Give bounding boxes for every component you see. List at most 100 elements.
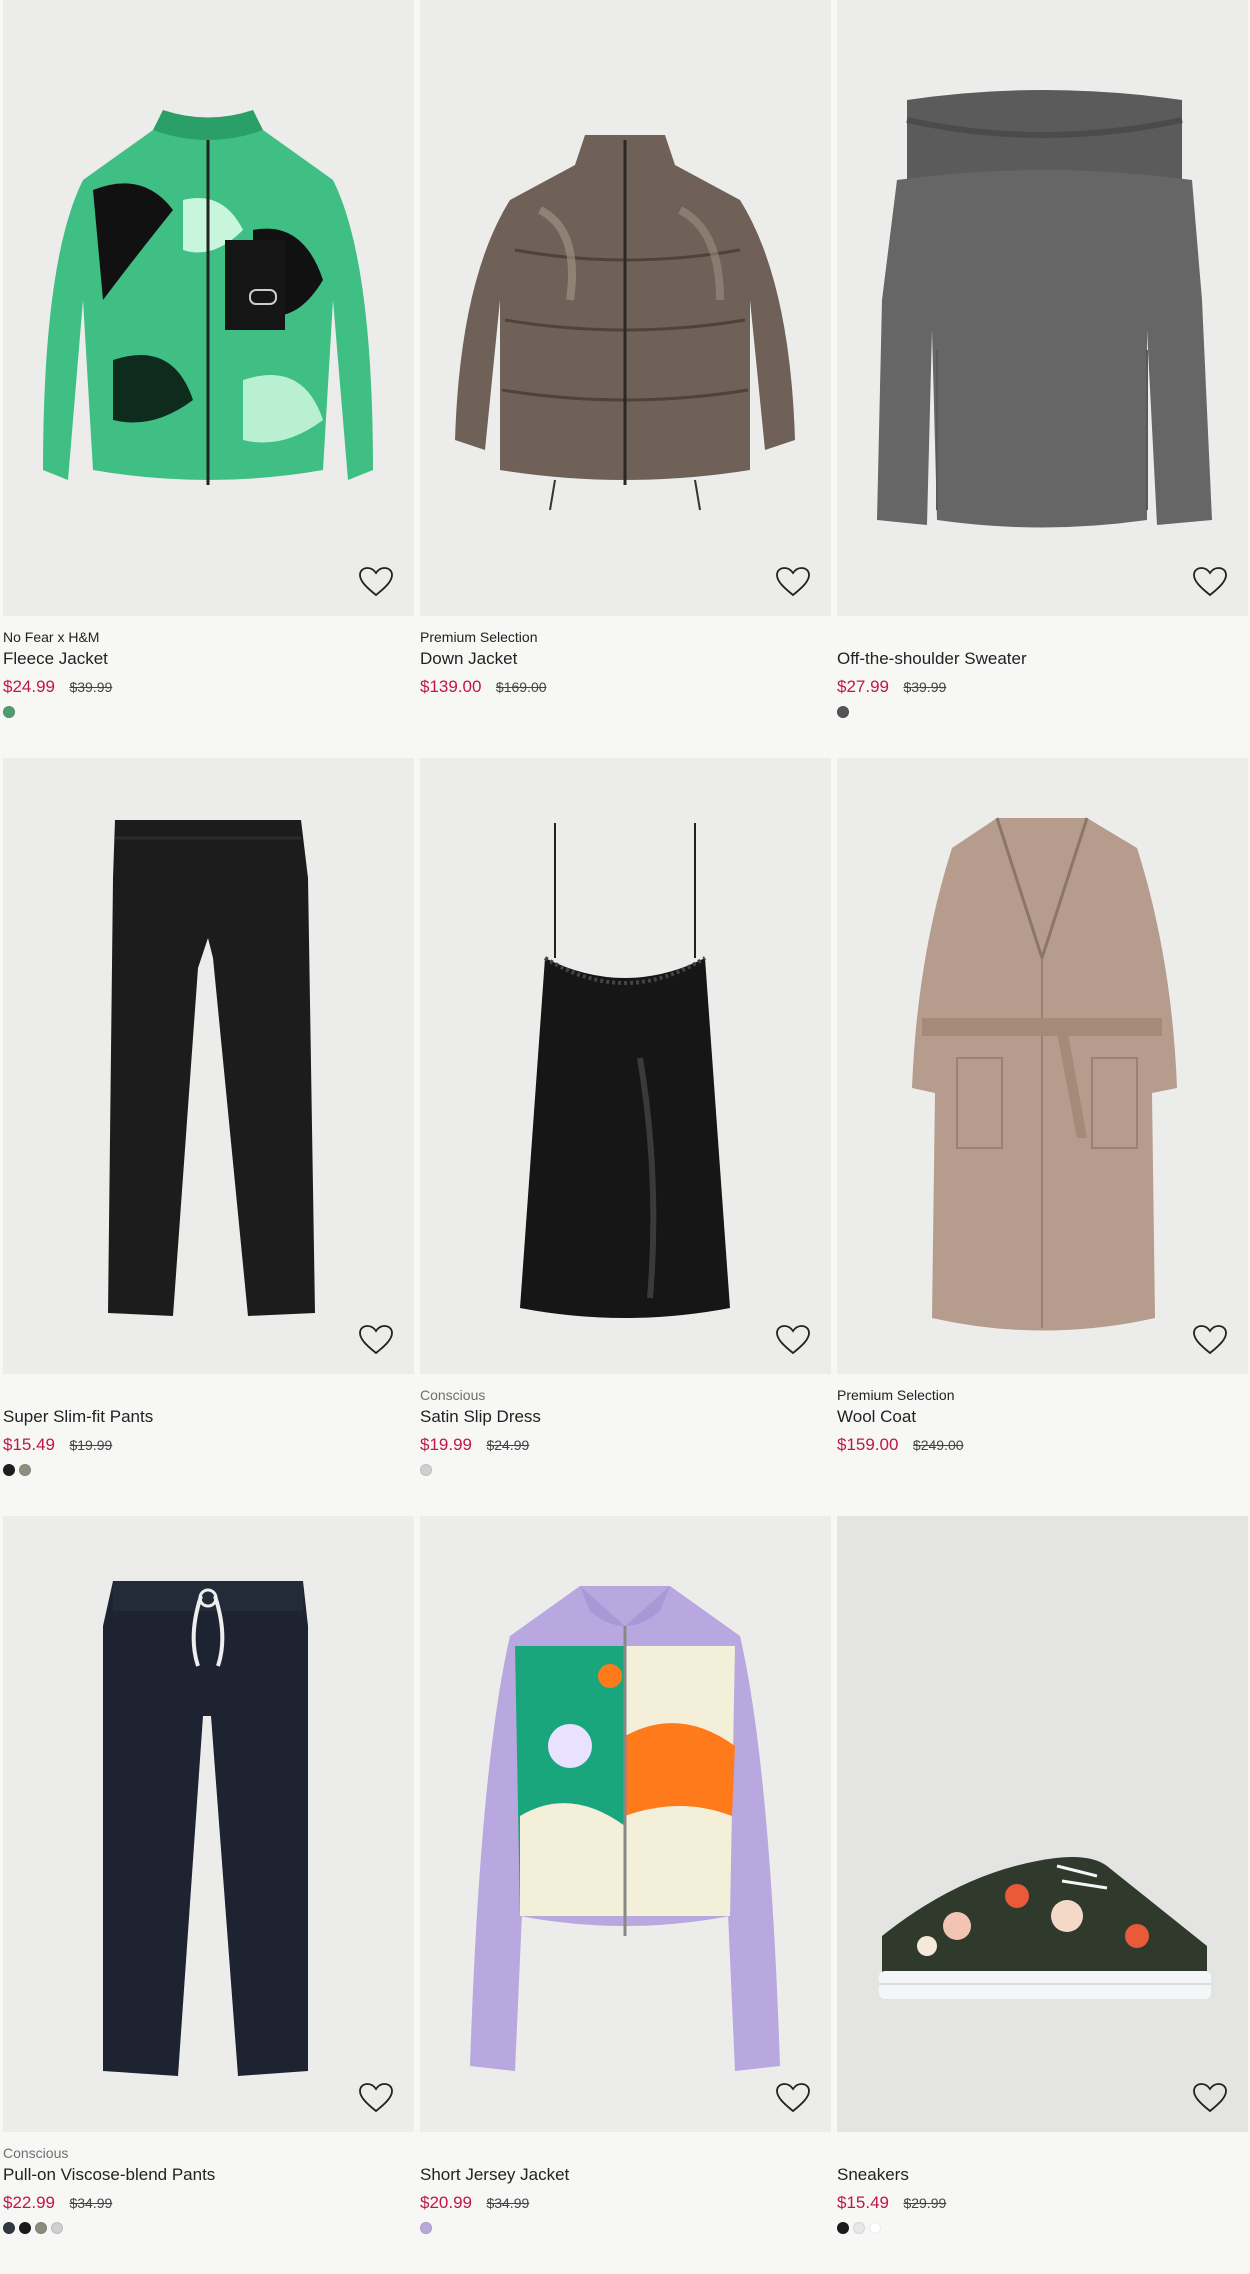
color-swatch[interactable] [420,2222,432,2234]
product-image[interactable] [420,0,831,616]
product-prices: $24.99 $39.99 [3,676,414,698]
color-swatch[interactable] [35,2222,47,2234]
viscose-pants-image [3,1516,414,2132]
original-price: $34.99 [486,2195,530,2211]
product-prices: $27.99 $39.99 [837,676,1248,698]
product-label: Conscious [420,1387,486,1403]
product-prices: $20.99 $34.99 [420,2192,831,2214]
product-card[interactable]: Sneakers $15.49 $29.99 [837,1516,1248,2274]
sale-price: $22.99 [3,2193,55,2212]
product-label [837,2144,1248,2162]
down-jacket-image [420,0,831,616]
sale-price: $27.99 [837,677,889,696]
color-swatch[interactable] [869,2222,881,2234]
product-prices: $15.49 $29.99 [837,2192,1248,2214]
sale-price: $20.99 [420,2193,472,2212]
product-card[interactable]: Conscious Satin Slip Dress $19.99 $24.99 [420,758,831,1516]
product-label: Conscious [3,2145,69,2161]
color-swatch[interactable] [853,2222,865,2234]
product-label [420,2144,831,2162]
favorite-heart-icon[interactable] [1192,1324,1228,1356]
color-swatches [837,2222,1248,2234]
sneakers-image [837,1516,1248,2132]
product-image[interactable] [3,758,414,1374]
favorite-heart-icon[interactable] [358,566,394,598]
sale-price: $24.99 [3,677,55,696]
product-card[interactable]: No Fear x H&M Fleece Jacket $24.99 $39.9… [3,0,414,758]
favorite-heart-icon[interactable] [358,1324,394,1356]
product-info: Premium Selection Down Jacket $139.00 $1… [420,616,831,758]
product-info: Off-the-shoulder Sweater $27.99 $39.99 [837,616,1248,758]
product-info: Sneakers $15.49 $29.99 [837,2132,1248,2274]
product-image[interactable] [837,758,1248,1374]
original-price: $19.99 [69,1437,113,1453]
favorite-heart-icon[interactable] [775,566,811,598]
color-swatch[interactable] [420,1464,432,1476]
product-card[interactable]: Short Jersey Jacket $20.99 $34.99 [420,1516,831,2274]
favorite-heart-icon[interactable] [775,2082,811,2114]
color-swatch[interactable] [3,1464,15,1476]
color-swatch[interactable] [3,2222,15,2234]
product-image[interactable] [3,1516,414,2132]
favorite-heart-icon[interactable] [358,2082,394,2114]
product-card[interactable]: Premium Selection Wool Coat $159.00 $249… [837,758,1248,1516]
slip-dress-image [420,758,831,1374]
product-image[interactable] [420,758,831,1374]
product-label: No Fear x H&M [3,629,100,645]
sale-price: $15.49 [3,1435,55,1454]
product-title[interactable]: Sneakers [837,2164,1248,2186]
sale-price: $139.00 [420,677,482,696]
color-swatches [420,1464,831,1476]
color-swatches [837,1464,1248,1476]
color-swatches [837,706,1248,718]
product-title[interactable]: Satin Slip Dress [420,1406,831,1428]
product-title[interactable]: Off-the-shoulder Sweater [837,648,1248,670]
product-image[interactable] [3,0,414,616]
product-card[interactable]: Premium Selection Down Jacket $139.00 $1… [420,0,831,758]
favorite-heart-icon[interactable] [775,1324,811,1356]
product-title[interactable]: Short Jersey Jacket [420,2164,831,2186]
sale-price: $19.99 [420,1435,472,1454]
product-image[interactable] [837,1516,1248,2132]
color-swatch[interactable] [3,706,15,718]
color-swatch[interactable] [19,2222,31,2234]
favorite-heart-icon[interactable] [1192,2082,1228,2114]
product-card[interactable]: Super Slim-fit Pants $15.49 $19.99 [3,758,414,1516]
fleece-jacket-image [3,0,414,616]
product-title[interactable]: Wool Coat [837,1406,1248,1428]
sale-price: $15.49 [837,2193,889,2212]
product-prices: $22.99 $34.99 [3,2192,414,2214]
color-swatches [420,2222,831,2234]
original-price: $169.00 [495,679,547,695]
wool-coat-image [837,758,1248,1374]
original-price: $24.99 [486,1437,530,1453]
product-label: Premium Selection [420,629,538,645]
product-image[interactable] [837,0,1248,616]
color-swatches [420,706,831,718]
product-title[interactable]: Super Slim-fit Pants [3,1406,414,1428]
original-price: $29.99 [903,2195,947,2211]
color-swatch[interactable] [51,2222,63,2234]
color-swatches [3,706,414,718]
color-swatch[interactable] [19,1464,31,1476]
product-info: Conscious Satin Slip Dress $19.99 $24.99 [420,1374,831,1516]
product-info: Conscious Pull-on Viscose-blend Pants $2… [3,2132,414,2274]
product-prices: $139.00 $169.00 [420,676,831,698]
original-price: $249.00 [912,1437,964,1453]
product-info: No Fear x H&M Fleece Jacket $24.99 $39.9… [3,616,414,758]
product-title[interactable]: Fleece Jacket [3,648,414,670]
product-title[interactable]: Down Jacket [420,648,831,670]
product-card[interactable]: Conscious Pull-on Viscose-blend Pants $2… [3,1516,414,2274]
sale-price: $159.00 [837,1435,899,1454]
color-swatch[interactable] [837,2222,849,2234]
color-swatch[interactable] [837,706,849,718]
product-card[interactable]: Off-the-shoulder Sweater $27.99 $39.99 [837,0,1248,758]
product-grid: No Fear x H&M Fleece Jacket $24.99 $39.9… [3,0,1248,2274]
color-swatches [3,2222,414,2234]
sweater-image [837,0,1248,616]
favorite-heart-icon[interactable] [1192,566,1228,598]
product-title[interactable]: Pull-on Viscose-blend Pants [3,2164,414,2186]
product-info: Short Jersey Jacket $20.99 $34.99 [420,2132,831,2274]
product-image[interactable] [420,1516,831,2132]
product-info: Super Slim-fit Pants $15.49 $19.99 [3,1374,414,1516]
